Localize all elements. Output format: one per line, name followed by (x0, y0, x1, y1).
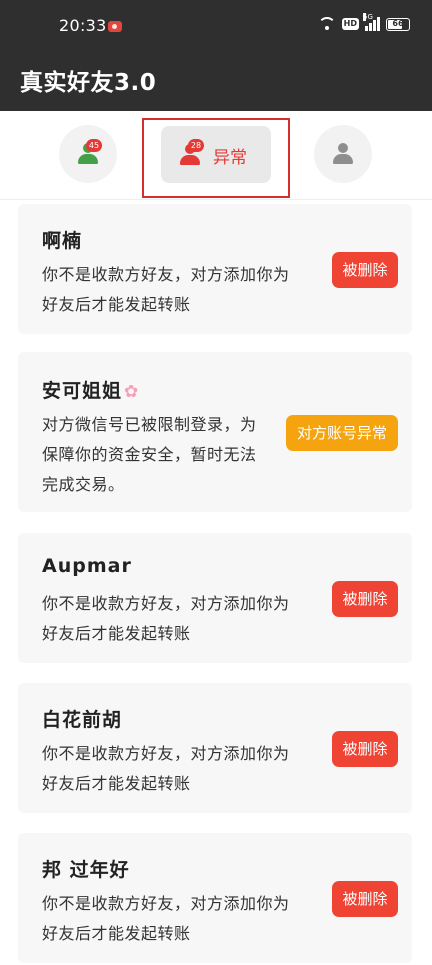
message-line: 对方微信号已被限制登录，为 (42, 415, 257, 434)
signal-icon: 5G (363, 13, 380, 31)
status-icons: HD 5G 66 (317, 13, 410, 31)
friend-name: 安可姐姐 (42, 380, 123, 402)
deleted-button[interactable]: 被删除 (332, 252, 398, 288)
message-line: 好友后才能发起转账 (42, 624, 191, 643)
status-time: 20:33 (59, 16, 107, 35)
list-item[interactable]: 邦 过年好 你不是收款方好友，对方添加你为 好友后才能发起转账 被删除 (18, 833, 412, 963)
status-message: 你不是收款方好友，对方添加你为 好友后才能发起转账 (42, 260, 325, 320)
tab-profile[interactable] (314, 125, 372, 183)
cherry-blossom-icon: ✿ (124, 382, 140, 402)
deleted-button[interactable]: 被删除 (332, 581, 398, 617)
friend-name: Aupmar (42, 555, 132, 577)
app-header: 20:33 HD 5G 66 真实好友3.0 (0, 0, 432, 111)
friend-name: 邦 过年好 (42, 859, 130, 881)
status-message: 你不是收款方好友，对方添加你为 好友后才能发起转账 (42, 739, 325, 799)
list-item[interactable]: 安可姐姐 ✿ 对方微信号已被限制登录，为 保障你的资金安全，暂时无法 完成交易。 … (18, 352, 412, 512)
message-line: 你不是收款方好友，对方添加你为 (42, 594, 290, 613)
account-abnormal-button[interactable]: 对方账号异常 (286, 415, 398, 451)
friends-count-badge: 45 (86, 139, 102, 152)
battery-level: 66 (392, 18, 404, 28)
battery-icon: 66 (386, 17, 410, 31)
message-line: 保障你的资金安全，暂时无法 (42, 445, 257, 464)
message-line: 你不是收款方好友，对方添加你为 (42, 265, 290, 284)
message-line: 你不是收款方好友，对方添加你为 (42, 894, 290, 913)
message-line: 你不是收款方好友，对方添加你为 (42, 744, 290, 763)
message-line: 好友后才能发起转账 (42, 774, 191, 793)
deleted-button[interactable]: 被删除 (332, 881, 398, 917)
hd-icon: HD (341, 18, 359, 30)
friend-name: 啊楠 (42, 230, 83, 252)
status-message: 你不是收款方好友，对方添加你为 好友后才能发起转账 (42, 589, 325, 649)
deleted-button[interactable]: 被删除 (332, 731, 398, 767)
screen-record-icon (108, 21, 122, 32)
wifi-icon (317, 17, 336, 31)
signal-type-label: 5G (363, 13, 373, 21)
friend-name-row: 安可姐姐 ✿ (42, 376, 139, 403)
app-title: 真实好友3.0 (20, 70, 157, 96)
status-bar: 20:33 HD 5G 66 (0, 0, 432, 54)
selection-highlight (142, 118, 290, 198)
friend-name: 白花前胡 (42, 709, 123, 731)
message-line: 好友后才能发起转账 (42, 295, 191, 314)
status-message: 对方微信号已被限制登录，为 保障你的资金安全，暂时无法 完成交易。 (42, 410, 302, 500)
list-item[interactable]: 白花前胡 你不是收款方好友，对方添加你为 好友后才能发起转账 被删除 (18, 683, 412, 813)
person-icon (332, 143, 354, 165)
list-item[interactable]: Aupmar 你不是收款方好友，对方添加你为 好友后才能发起转账 被删除 (18, 533, 412, 663)
status-message: 你不是收款方好友，对方添加你为 好友后才能发起转账 (42, 889, 325, 949)
message-line: 好友后才能发起转账 (42, 924, 191, 943)
message-line: 完成交易。 (42, 475, 125, 494)
list-item[interactable]: 啊楠 你不是收款方好友，对方添加你为 好友后才能发起转账 被删除 (18, 204, 412, 334)
tab-friends[interactable]: 45 (59, 125, 117, 183)
